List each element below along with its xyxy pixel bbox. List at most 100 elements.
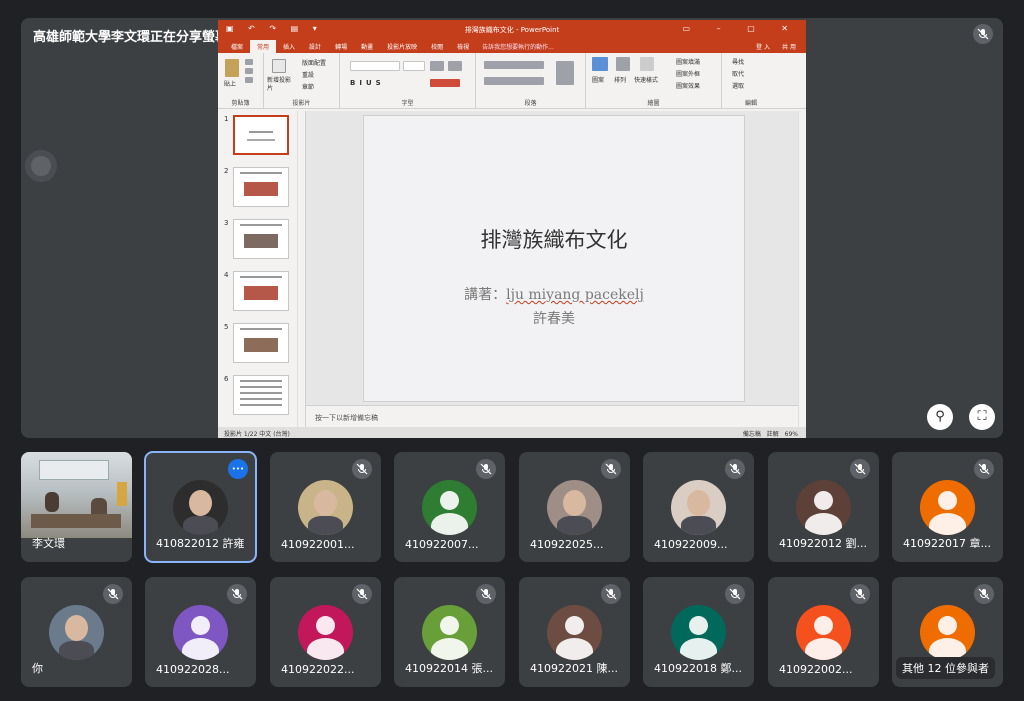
slide-speaker-line2[interactable]: 許春美 — [364, 308, 744, 328]
cut-icon[interactable] — [245, 59, 253, 65]
ppt-title-bar: ▣ ↶ ↷ ▤ ▾ 排灣族織布文化 - PowerPoint ▭ – ▢ ✕ — [218, 20, 806, 39]
participant-tile[interactable]: 410922014 張... — [394, 577, 505, 687]
sign-in-link[interactable]: 登入 — [756, 44, 772, 51]
slide-thumbnail-1[interactable] — [233, 115, 289, 155]
slide-thumbnail-3[interactable] — [233, 219, 289, 259]
self-view-bubble[interactable] — [25, 150, 57, 182]
tell-me-box[interactable]: 告訴我您想要執行的動作... — [476, 40, 561, 53]
group-label: 繪圖 — [647, 100, 660, 107]
participant-tile[interactable]: 410922018 鄭... — [643, 577, 754, 687]
avatar-icon — [422, 605, 477, 660]
other-participants-label: 其他 12 位參與者 — [896, 657, 995, 679]
font-style-icons[interactable]: BIUS — [350, 79, 385, 87]
participant-name: 410922001... — [281, 538, 355, 551]
thumb-number: 3 — [224, 219, 229, 227]
participant-tile[interactable]: 410922001... — [270, 452, 381, 562]
participant-tile[interactable]: 410922025... — [519, 452, 630, 562]
participant-tile[interactable]: 410922012 劉... — [768, 452, 879, 562]
slide-thumbnail-2[interactable] — [233, 167, 289, 207]
quick-styles-label[interactable]: 快速樣式 — [634, 75, 658, 84]
group-label: 字型 — [401, 100, 414, 107]
speaker-prefix: 講著： — [464, 287, 507, 303]
window-controls[interactable]: ▭ – ▢ ✕ — [683, 24, 800, 33]
tab-home[interactable]: 常用 — [250, 40, 277, 53]
participant-tile[interactable]: 410922021 陳... — [519, 577, 630, 687]
participant-tile[interactable]: 你 — [21, 577, 132, 687]
arrange-icon[interactable] — [616, 57, 630, 71]
layout-button[interactable]: 版面配置 — [302, 58, 326, 67]
participant-name: 410922014 張... — [405, 662, 493, 675]
group-drawing: 圖案 排列 快速樣式 圖案填滿 圖案外框 圖案效果 繪圖 — [586, 53, 722, 109]
list-icons[interactable] — [484, 61, 544, 69]
new-slide-icon[interactable] — [272, 59, 286, 73]
tab-animations[interactable]: 動畫 — [354, 40, 380, 53]
grow-font-icon[interactable] — [430, 61, 444, 71]
arrange-label[interactable]: 排列 — [614, 75, 626, 84]
clear-format-icon[interactable] — [448, 61, 462, 71]
tab-view[interactable]: 檢視 — [450, 40, 476, 53]
slide-canvas[interactable]: 排灣族織布文化 講著：lju miyang pacekelj 許春美 — [364, 116, 744, 401]
fullscreen-icon[interactable]: ⛶ — [969, 404, 995, 430]
thumb-number: 6 — [224, 375, 229, 383]
participant-tile[interactable]: ••• 410822012 許雍 — [144, 451, 257, 563]
tab-design[interactable]: 設計 — [302, 40, 328, 53]
tab-transitions[interactable]: 轉場 — [328, 40, 354, 53]
slide-scrollbar[interactable] — [798, 111, 806, 427]
font-name-box[interactable] — [350, 61, 400, 71]
participant-tile[interactable]: 410922007... — [394, 452, 505, 562]
slide-title[interactable]: 排灣族織布文化 — [364, 224, 744, 254]
paste-icon[interactable] — [225, 59, 239, 77]
participant-tile[interactable]: 410922009... — [643, 452, 754, 562]
slide-thumbnail-5[interactable] — [233, 323, 289, 363]
account-area[interactable]: 登入 共用 — [756, 42, 798, 51]
thumbnail-scrollbar[interactable] — [297, 111, 305, 427]
format-painter-icon[interactable] — [245, 77, 253, 83]
shape-fill-button[interactable]: 圖案填滿 — [676, 57, 700, 66]
shapes-label[interactable]: 圖案 — [592, 75, 604, 84]
select-button[interactable]: 選取 — [732, 81, 744, 90]
participant-tile[interactable]: 其他 12 位參與者 — [892, 577, 1003, 687]
pin-icon[interactable]: ⚲ — [927, 404, 953, 430]
participant-tile[interactable]: 410922028... — [145, 577, 256, 687]
paste-label[interactable]: 貼上 — [224, 79, 236, 88]
avatar-icon — [547, 605, 602, 660]
participant-name: 410922021 陳... — [530, 662, 618, 675]
slide-thumbnail-6[interactable] — [233, 375, 289, 415]
slide-speaker[interactable]: 講著：lju miyang pacekelj — [364, 284, 744, 304]
find-button[interactable]: 尋找 — [732, 57, 744, 66]
reset-button[interactable]: 重設 — [302, 70, 314, 79]
tab-slideshow[interactable]: 投影片放映 — [380, 40, 424, 53]
shapes-icon[interactable] — [592, 57, 608, 71]
status-right[interactable]: 備忘稿 註解 69% — [743, 429, 798, 438]
participant-tile[interactable]: 410922017 章... — [892, 452, 1003, 562]
slide-thumbnail-4[interactable] — [233, 271, 289, 311]
participant-tile[interactable]: 410922022... — [270, 577, 381, 687]
shape-effects-button[interactable]: 圖案效果 — [676, 81, 700, 90]
new-slide-label[interactable]: 新增投影片 — [267, 77, 295, 93]
mic-off-icon — [974, 584, 994, 604]
group-label: 編輯 — [744, 100, 757, 107]
replace-button[interactable]: 取代 — [732, 69, 744, 78]
tab-insert[interactable]: 插入 — [276, 40, 302, 53]
tab-review[interactable]: 校閱 — [424, 40, 450, 53]
share-button[interactable]: 共用 — [776, 44, 798, 51]
avatar-icon — [422, 480, 477, 535]
avatar-icon — [298, 605, 353, 660]
tab-file[interactable]: 檔案 — [224, 40, 250, 53]
mic-off-icon — [725, 459, 745, 479]
shape-outline-button[interactable]: 圖案外框 — [676, 69, 700, 78]
font-color-icon[interactable] — [430, 79, 460, 87]
participant-name: 410922012 劉... — [779, 537, 867, 550]
text-direction-icon[interactable] — [556, 61, 574, 85]
more-options-icon[interactable]: ••• — [228, 459, 248, 479]
participant-tile[interactable]: 410922002... — [768, 577, 879, 687]
ppt-workspace: 1 2 3 4 5 6 排灣族織布文化 講著：lju miyang paceke… — [218, 111, 806, 427]
notes-pane[interactable]: 按一下以新增備忘稿 — [306, 405, 798, 427]
quick-styles-icon[interactable] — [640, 57, 654, 71]
align-icons[interactable] — [484, 77, 544, 85]
profile-photo — [298, 480, 353, 535]
section-button[interactable]: 章節 — [302, 82, 314, 91]
participant-tile[interactable]: 李文環 — [21, 452, 132, 562]
font-size-box[interactable] — [403, 61, 425, 71]
copy-icon[interactable] — [245, 68, 253, 74]
